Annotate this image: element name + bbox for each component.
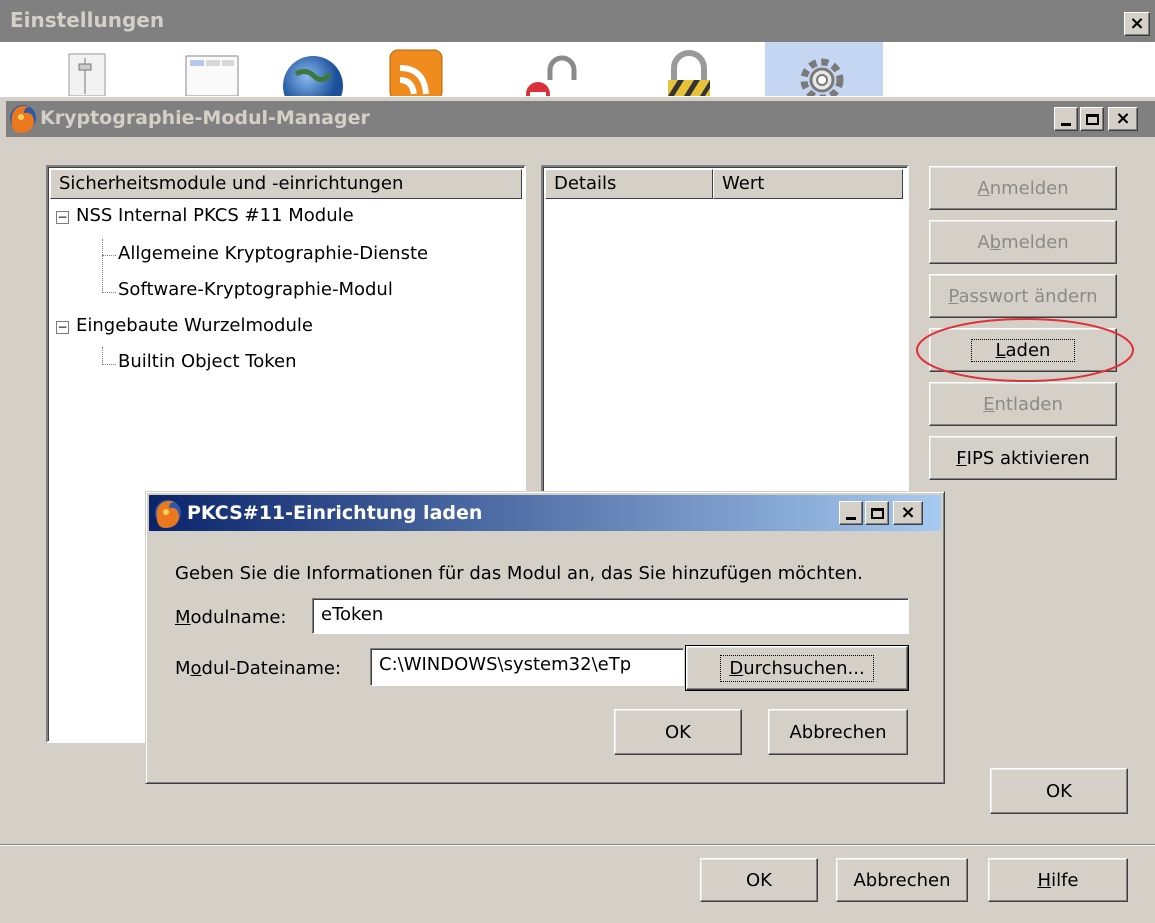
load-dialog-ok-button[interactable]: OK [614, 709, 742, 755]
details-column-header[interactable]: Details [545, 169, 713, 199]
tree-line [102, 255, 116, 256]
main-icon[interactable] [65, 50, 109, 97]
content-icon[interactable] [282, 50, 344, 116]
device-manager-titlebar: Kryptographie-Modul-Manager × [6, 101, 1155, 137]
privacy-icon[interactable] [522, 50, 582, 106]
unload-button[interactable]: Entladen [929, 382, 1117, 426]
prefs-help-button[interactable]: Hilfe [988, 858, 1128, 902]
logout-button[interactable]: Abmelden [929, 220, 1117, 264]
value-column-header[interactable]: Wert [713, 169, 903, 199]
feeds-icon[interactable] [388, 48, 444, 101]
maximize-icon [870, 507, 884, 519]
tree-line [102, 364, 116, 365]
tree-item-builtin-token[interactable]: Builtin Object Token [118, 351, 297, 372]
browse-button[interactable]: Durchsuchen... [685, 645, 909, 691]
change-password-button[interactable]: Passwort ändern [929, 274, 1117, 318]
advanced-tab[interactable] [765, 42, 883, 102]
maximize-button[interactable] [1080, 107, 1104, 131]
firefox-logo-icon [153, 498, 183, 528]
firefox-logo-icon [8, 103, 38, 133]
tree-item-software-crypto[interactable]: Software-Kryptographie-Modul [118, 279, 393, 300]
minimize-button[interactable] [1054, 107, 1078, 131]
close-icon: × [1129, 13, 1145, 34]
load-dialog-titlebar: PKCS#11-Einrichtung laden × [149, 495, 941, 531]
module-file-input[interactable]: C:\WINDOWS\system32\eTp [370, 648, 684, 686]
fips-button[interactable]: FIPS aktivieren [929, 436, 1117, 480]
device-manager-ok-button[interactable]: OK [990, 768, 1128, 814]
minimize-icon [846, 516, 856, 520]
collapse-icon[interactable]: − [56, 211, 69, 224]
load-dialog-cancel-button[interactable]: Abbrechen [768, 709, 908, 755]
prefs-cancel-button[interactable]: Abbrechen [836, 858, 968, 902]
security-icon[interactable] [662, 50, 716, 96]
close-button[interactable]: × [893, 501, 923, 525]
module-file-label: Modul-Dateiname: [175, 658, 342, 679]
prefs-title: Einstellungen [10, 8, 165, 32]
close-icon: × [1115, 108, 1131, 129]
collapse-icon[interactable]: − [56, 321, 69, 334]
minimize-icon [1061, 122, 1071, 126]
tree-column-header[interactable]: Sicherheitsmodule und -einrichtungen [50, 169, 522, 199]
load-device-dialog: PKCS#11-Einrichtung laden × Geben Sie di… [145, 491, 945, 784]
login-button[interactable]: Anmelden [929, 166, 1117, 210]
prefs-ok-button[interactable]: OK [700, 858, 818, 902]
module-name-label: Modulname: [175, 607, 287, 628]
maximize-button[interactable] [865, 501, 889, 525]
advanced-icon [797, 50, 847, 102]
tree-line [102, 292, 116, 293]
tree-item-general-crypto[interactable]: Allgemeine Kryptographie-Dienste [118, 243, 428, 264]
tree-line [102, 239, 103, 293]
minimize-button[interactable] [839, 501, 863, 525]
prefs-titlebar: Einstellungen × [0, 0, 1155, 42]
prefs-toolbar [0, 42, 1155, 116]
prefs-bottom-separator [0, 844, 1155, 846]
tabs-icon[interactable] [182, 50, 242, 97]
close-icon: × [900, 502, 916, 523]
load-dialog-instruction: Geben Sie die Informationen für das Modu… [175, 563, 863, 584]
close-button[interactable]: × [1108, 107, 1138, 131]
load-dialog-title: PKCS#11-Einrichtung laden [187, 502, 483, 524]
prefs-close-button[interactable]: × [1124, 12, 1150, 36]
highlight-ellipse [916, 318, 1134, 382]
tree-item-builtin-roots[interactable]: − Eingebaute Wurzelmodule [56, 315, 313, 336]
maximize-icon [1085, 113, 1099, 125]
module-name-input[interactable]: eToken [312, 598, 909, 634]
tree-line [102, 347, 103, 365]
tree-item-nss-internal[interactable]: − NSS Internal PKCS #11 Module [56, 205, 354, 226]
device-manager-title: Kryptographie-Modul-Manager [40, 107, 370, 129]
